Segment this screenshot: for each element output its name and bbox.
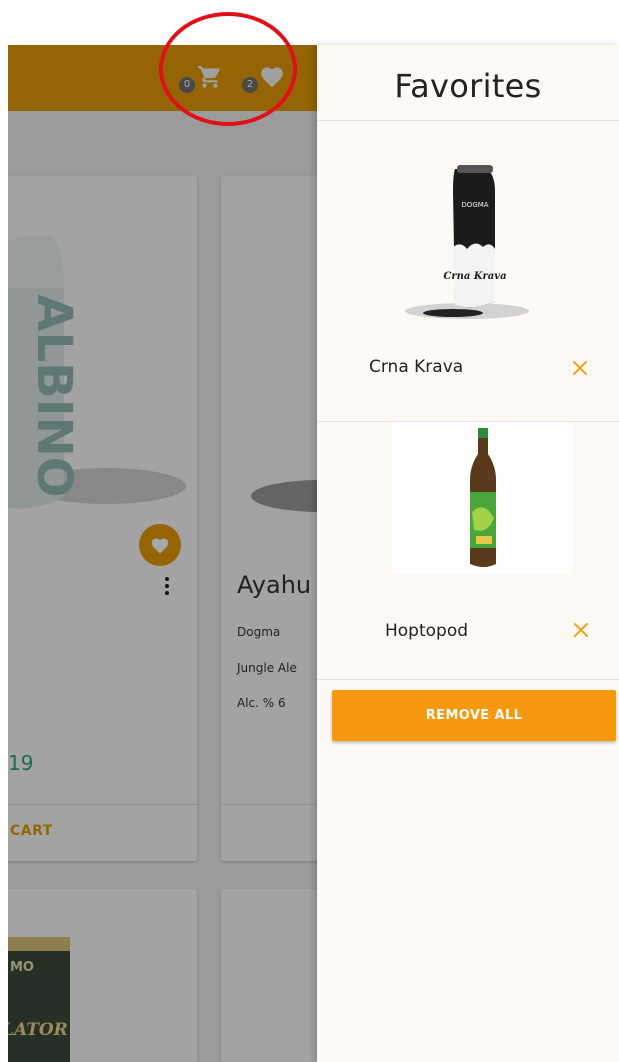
can-brand-text: DOGMA xyxy=(461,201,488,209)
drawer-title: Favorites xyxy=(394,67,542,105)
drawer-backdrop[interactable] xyxy=(8,45,319,1062)
close-icon xyxy=(573,361,587,375)
remove-all-button[interactable]: REMOVE ALL xyxy=(332,690,616,741)
can-label-text: Crna Krava xyxy=(443,271,506,282)
remove-favorite-button[interactable] xyxy=(570,619,592,641)
favorite-item: Hoptopod xyxy=(317,422,619,680)
favorite-item-name: Crna Krava xyxy=(369,357,464,377)
drawer-divider xyxy=(317,679,619,680)
favorite-item-image: DOGMA Crna Krava xyxy=(395,151,537,323)
remove-favorite-button[interactable] xyxy=(569,357,591,379)
favorite-item-image xyxy=(392,422,572,574)
favorite-item-name: Hoptopod xyxy=(385,621,469,641)
close-icon xyxy=(574,623,588,637)
favorite-item: DOGMA Crna Krava Crna Krava xyxy=(317,121,619,421)
favorites-drawer: Favorites DOGMA Crna Krava Crna Krava Ho… xyxy=(317,45,619,1062)
annotation-circle xyxy=(159,12,297,126)
